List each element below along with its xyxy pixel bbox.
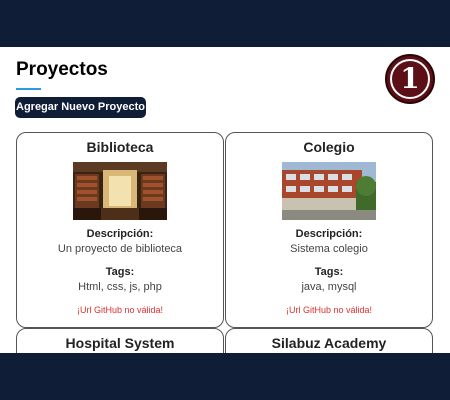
tags-label: Tags: xyxy=(105,266,135,278)
logo: 1 xyxy=(385,54,435,104)
github-url-error: ¡Url GitHub no válida! xyxy=(76,305,164,315)
project-title: Silabuz Academy xyxy=(271,335,387,351)
main-content: Proyectos Agregar Nuevo Proyecto 1 Bibli… xyxy=(0,47,450,353)
description-value: Un proyecto de biblioteca xyxy=(57,243,183,255)
logo-number: 1 xyxy=(390,59,430,99)
top-navbar xyxy=(0,0,450,47)
github-url-error: ¡Url GitHub no válida! xyxy=(285,305,373,315)
project-image-library xyxy=(73,162,167,220)
project-card-hospital-system: Hospital System xyxy=(16,328,224,353)
description-label: Descripción: xyxy=(295,228,363,240)
project-title: Colegio xyxy=(303,139,355,155)
project-card-biblioteca: Biblioteca Descripción: Un proyecto de b… xyxy=(16,132,224,328)
add-project-button[interactable]: Agregar Nuevo Proyecto xyxy=(15,97,146,118)
description-label: Descripción: xyxy=(86,228,154,240)
project-card-silabuz-academy: Silabuz Academy xyxy=(225,328,433,353)
title-underline xyxy=(16,88,41,90)
tags-value: Html, css, js, php xyxy=(78,281,162,293)
project-image-school xyxy=(282,162,376,220)
page-title: Proyectos xyxy=(16,59,108,80)
project-title: Hospital System xyxy=(65,335,175,351)
description-value: Sistema colegio xyxy=(290,243,368,255)
tags-label: Tags: xyxy=(314,266,344,278)
tags-value: java, mysql xyxy=(301,281,357,293)
project-card-colegio: Colegio Descripción: Sistema colegio Tag… xyxy=(225,132,433,328)
project-title: Biblioteca xyxy=(86,139,154,155)
bottom-bar xyxy=(0,353,450,400)
